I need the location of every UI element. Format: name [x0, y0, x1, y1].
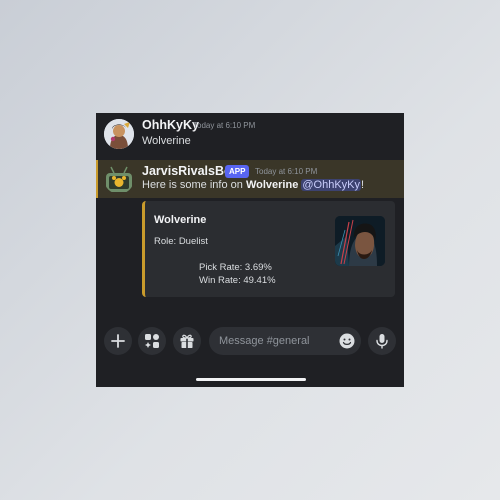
discord-chat-window: OhhKyKy Today at 6:10 PM Wolverine Jarvi… [96, 113, 404, 387]
embed-win-rate: Win Rate: 49.41% [199, 275, 276, 286]
avatar[interactable] [104, 119, 134, 149]
home-indicator[interactable] [196, 378, 306, 381]
hero-name: Wolverine [245, 179, 299, 191]
message-composer: Message #general [96, 326, 404, 356]
timestamp: Today at 6:10 PM [193, 121, 256, 130]
microphone-icon [376, 334, 388, 349]
plus-icon [111, 334, 125, 348]
user-avatar-icon [104, 119, 134, 149]
app-badge: APP [225, 165, 250, 178]
embed-role: Role: Duelist [154, 236, 208, 247]
hero-thumbnail[interactable] [335, 216, 385, 266]
username[interactable]: OhhKyKy [142, 118, 199, 132]
apps-icon [145, 334, 159, 348]
gift-button[interactable] [173, 327, 201, 355]
add-attachment-button[interactable] [104, 327, 132, 355]
apps-button[interactable] [138, 327, 166, 355]
message-text-suffix: ! [361, 179, 365, 191]
emoji-icon[interactable] [339, 333, 355, 349]
embed-title: Wolverine [154, 214, 207, 226]
timestamp: Today at 6:10 PM [255, 167, 318, 176]
message-text-prefix: Here is some info on [142, 179, 246, 191]
message-input[interactable]: Message #general [209, 327, 361, 355]
bot-avatar-icon [106, 166, 132, 192]
chat-message: OhhKyKy Today at 6:10 PM Wolverine [96, 113, 404, 159]
message-text: Wolverine [142, 135, 191, 147]
message-text: Here is some info on Wolverine @OhhKyKy! [142, 179, 364, 191]
user-mention[interactable]: @OhhKyKy [301, 179, 362, 191]
voice-message-button[interactable] [368, 327, 396, 355]
wolverine-portrait-icon [335, 216, 385, 266]
bot-avatar[interactable] [104, 164, 134, 194]
hero-info-embed: Wolverine Role: Duelist Pick Rate: 3.69%… [142, 201, 395, 297]
message-input-placeholder: Message #general [219, 335, 310, 347]
embed-pick-rate: Pick Rate: 3.69% [199, 262, 272, 273]
bot-username[interactable]: JarvisRivalsBot [142, 164, 236, 178]
gift-icon [180, 334, 194, 348]
bot-message: JarvisRivalsBot APP Today at 6:10 PM Her… [96, 160, 404, 198]
